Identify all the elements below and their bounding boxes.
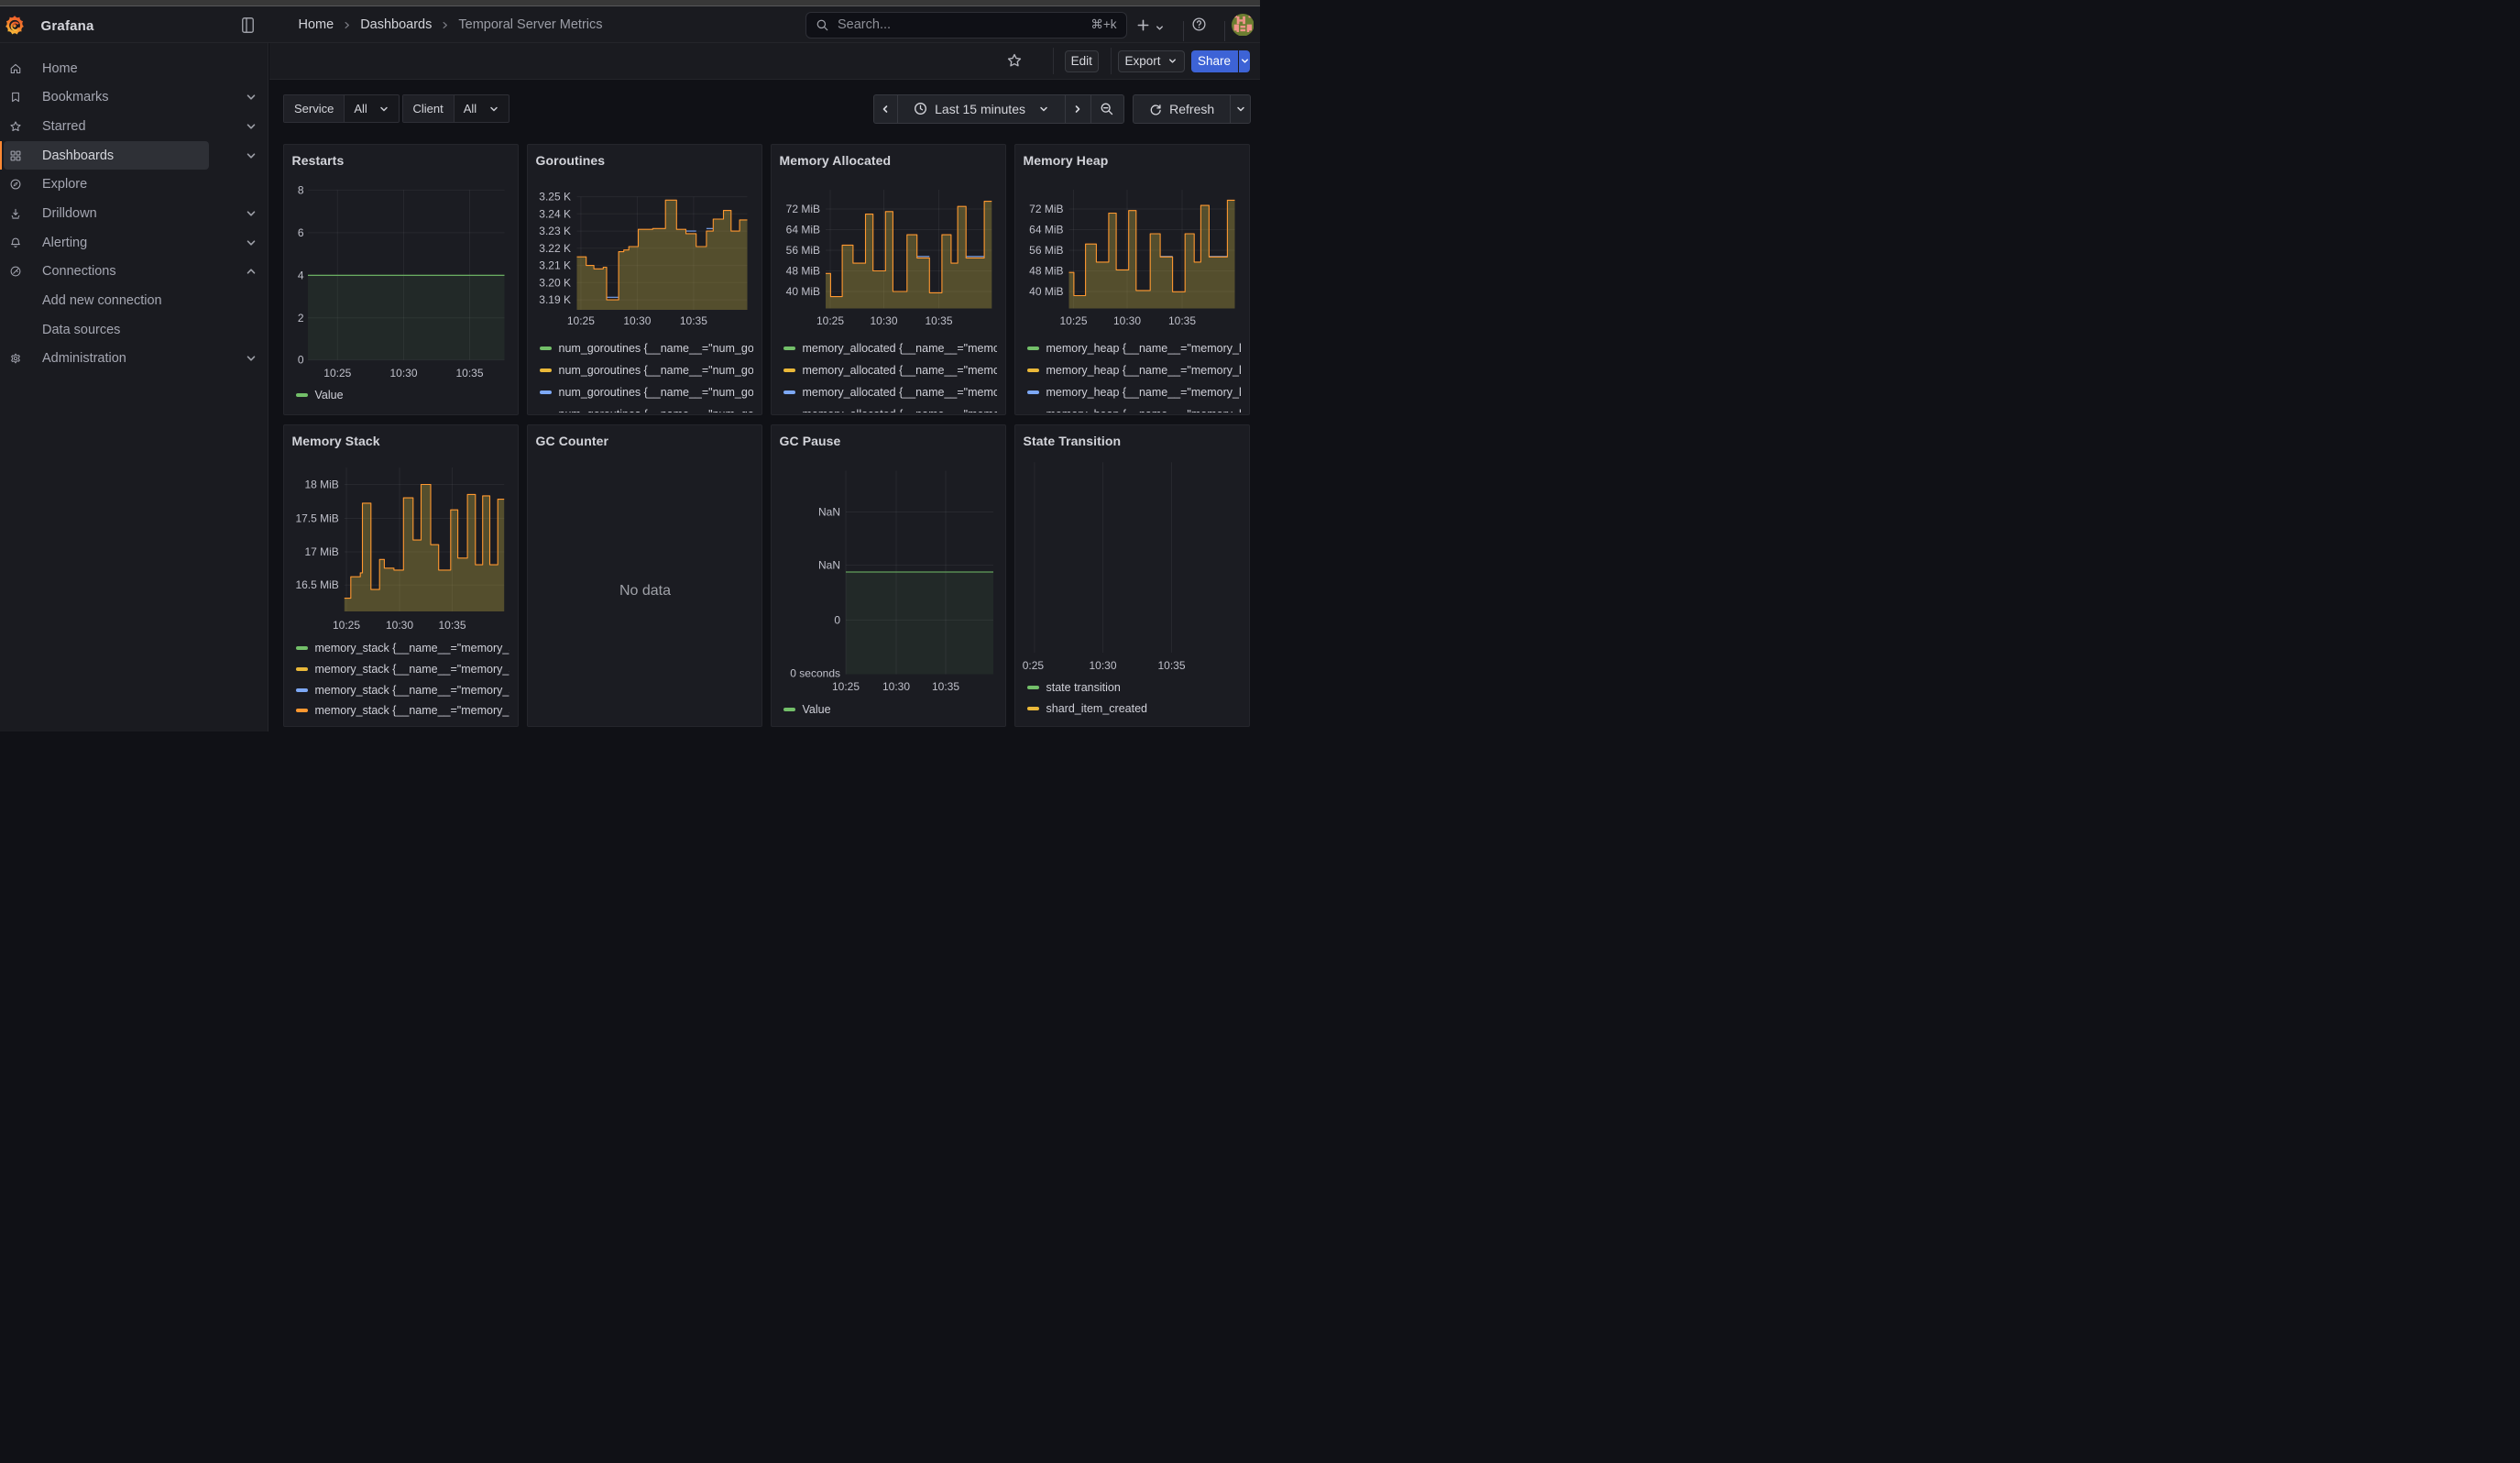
svg-text:64 MiB: 64 MiB xyxy=(1029,224,1063,236)
svg-text:64 MiB: 64 MiB xyxy=(785,224,819,236)
svg-text:10:30: 10:30 xyxy=(385,619,412,632)
svg-text:3.24 K: 3.24 K xyxy=(539,207,571,220)
svg-text:48 MiB: 48 MiB xyxy=(1029,265,1063,278)
svg-text:17.5 MiB: 17.5 MiB xyxy=(295,512,338,524)
svg-text:40 MiB: 40 MiB xyxy=(785,285,819,298)
svg-text:10:25: 10:25 xyxy=(323,367,351,380)
svg-text:4: 4 xyxy=(297,269,303,281)
svg-text:10:30: 10:30 xyxy=(389,367,417,380)
svg-text:18 MiB: 18 MiB xyxy=(304,478,338,490)
svg-text:10:35: 10:35 xyxy=(679,314,707,327)
svg-text:10:25: 10:25 xyxy=(566,314,594,327)
svg-text:NaN: NaN xyxy=(817,558,839,571)
svg-text:3.22 K: 3.22 K xyxy=(539,242,571,255)
svg-text:10:30: 10:30 xyxy=(1089,659,1116,672)
svg-text:16.5 MiB: 16.5 MiB xyxy=(295,578,338,591)
svg-text:10:25: 10:25 xyxy=(332,619,359,632)
svg-text:10:30: 10:30 xyxy=(1112,314,1140,327)
svg-text:10:35: 10:35 xyxy=(1157,659,1185,672)
svg-text:10:25: 10:25 xyxy=(1059,314,1087,327)
svg-text:10:30: 10:30 xyxy=(623,314,651,327)
svg-text:72 MiB: 72 MiB xyxy=(785,203,819,215)
svg-text:10:25: 10:25 xyxy=(831,680,859,693)
svg-text:72 MiB: 72 MiB xyxy=(1029,203,1063,215)
svg-text:10:30: 10:30 xyxy=(882,680,909,693)
svg-text:10:25: 10:25 xyxy=(816,314,843,327)
svg-text:8: 8 xyxy=(297,183,303,196)
svg-text:0: 0 xyxy=(297,354,303,367)
svg-text:6: 6 xyxy=(297,226,303,239)
svg-text:3.23 K: 3.23 K xyxy=(539,225,571,237)
svg-text:NaN: NaN xyxy=(817,505,839,518)
svg-text:10:35: 10:35 xyxy=(1167,314,1195,327)
svg-text:0: 0 xyxy=(834,613,840,626)
svg-text:40 MiB: 40 MiB xyxy=(1029,285,1063,298)
svg-text:3.20 K: 3.20 K xyxy=(539,276,571,289)
svg-text:10:30: 10:30 xyxy=(870,314,897,327)
svg-text:56 MiB: 56 MiB xyxy=(785,244,819,257)
svg-text:10:35: 10:35 xyxy=(438,619,466,632)
svg-text:3.25 K: 3.25 K xyxy=(539,191,571,204)
svg-text:10:35: 10:35 xyxy=(925,314,952,327)
svg-text:2: 2 xyxy=(297,312,303,324)
svg-text:48 MiB: 48 MiB xyxy=(785,265,819,278)
svg-text:0 seconds: 0 seconds xyxy=(790,666,840,679)
svg-text:56 MiB: 56 MiB xyxy=(1029,244,1063,257)
svg-text:10:35: 10:35 xyxy=(455,367,483,380)
svg-text:3.19 K: 3.19 K xyxy=(539,293,571,306)
svg-text:10:35: 10:35 xyxy=(931,680,959,693)
svg-text:0:25: 0:25 xyxy=(1022,659,1044,672)
svg-text:3.21 K: 3.21 K xyxy=(539,259,571,272)
svg-text:17 MiB: 17 MiB xyxy=(304,545,338,558)
